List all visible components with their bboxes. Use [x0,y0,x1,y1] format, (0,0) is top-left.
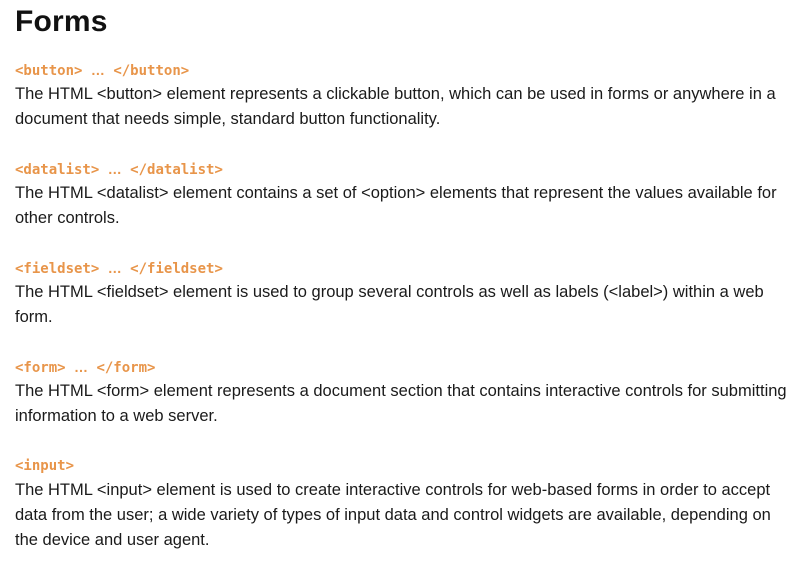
entry-fieldset: <fieldset> … </fieldset> The HTML <field… [15,256,795,330]
entry-description: The HTML <form> element represents a doc… [15,382,787,425]
close-tag: </datalist> [130,162,223,178]
entry-description: The HTML <input> element is used to crea… [15,481,771,549]
tag-signature: <fieldset> … </fieldset> [15,256,795,280]
close-tag: </button> [113,63,190,79]
ellipsis: … [107,161,122,177]
entry-description: The HTML <fieldset> element is used to g… [15,283,764,326]
open-tag: <fieldset> [15,261,100,277]
document-page: Forms <button> … </button> The HTML <but… [15,0,795,553]
open-tag: <datalist> [15,162,100,178]
entry-button: <button> … </button> The HTML <button> e… [15,58,795,132]
entry-form: <form> … </form> The HTML <form> element… [15,355,795,429]
open-tag: <button> [15,63,83,79]
open-tag: <input> [15,458,75,474]
entry-input: <input> The HTML <input> element is used… [15,454,795,553]
open-tag: <form> [15,360,66,376]
close-tag: </fieldset> [130,261,223,277]
entry-description: The HTML <button> element represents a c… [15,85,776,128]
ellipsis: … [90,62,105,78]
page-title: Forms [15,5,108,38]
close-tag: </form> [96,360,156,376]
element-list: <button> … </button> The HTML <button> e… [15,58,795,553]
entry-datalist: <datalist> … </datalist> The HTML <datal… [15,157,795,231]
tag-signature: <form> … </form> [15,355,795,379]
tag-signature: <button> … </button> [15,58,795,82]
entry-description: The HTML <datalist> element contains a s… [15,184,777,227]
ellipsis: … [74,359,89,375]
tag-signature: <datalist> … </datalist> [15,157,795,181]
ellipsis: … [107,260,122,276]
tag-signature: <input> [15,454,795,478]
